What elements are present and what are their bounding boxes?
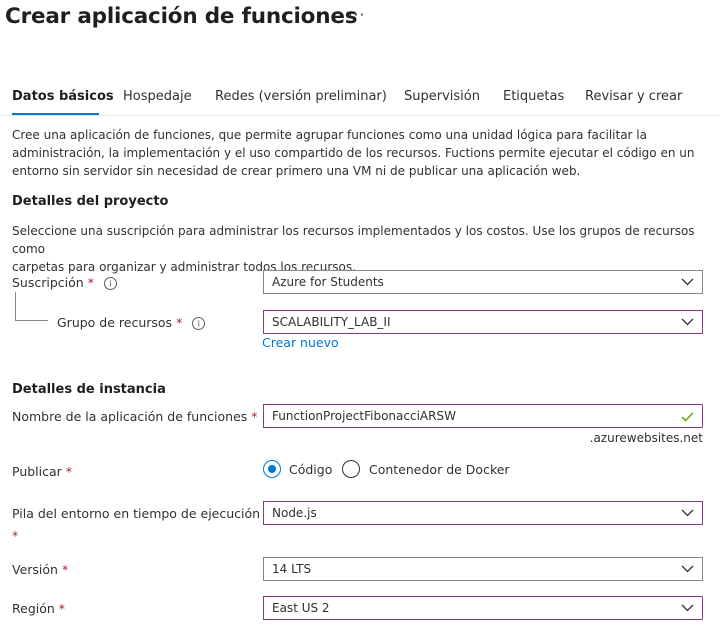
publish-code-radio[interactable] bbox=[263, 460, 281, 478]
publish-docker-label[interactable]: Contenedor de Docker bbox=[369, 462, 510, 477]
region-dropdown[interactable]: East US 2 bbox=[263, 596, 703, 620]
tab-hospedaje[interactable]: Hospedaje bbox=[123, 89, 192, 104]
region-label-text: Región bbox=[12, 601, 55, 616]
chevron-down-icon bbox=[681, 604, 694, 612]
tree-connector bbox=[15, 320, 48, 321]
required-mark: * bbox=[251, 409, 258, 424]
app-name-label-text: Nombre de la aplicación de funciones bbox=[12, 409, 248, 424]
resource-group-label: Grupo de recursos * i bbox=[57, 315, 206, 330]
publish-code-label[interactable]: Código bbox=[289, 462, 332, 477]
intro-line: administración, la implementación y el u… bbox=[12, 146, 695, 160]
chevron-down-icon bbox=[681, 278, 694, 286]
region-value: East US 2 bbox=[272, 601, 330, 615]
domain-suffix: .azurewebsites.net bbox=[589, 431, 703, 445]
intro-line: Cree una aplicación de funciones, que pe… bbox=[12, 128, 647, 142]
tree-connector bbox=[15, 292, 16, 320]
checkmark-icon bbox=[681, 412, 694, 422]
more-options-icon[interactable]: ··· bbox=[348, 6, 365, 24]
subscription-label: Suscripción * i bbox=[12, 275, 117, 290]
runtime-stack-label: Pila del entorno en tiempo de ejecución bbox=[12, 506, 261, 521]
version-label: Versión * bbox=[12, 562, 68, 577]
resource-group-value: SCALABILITY_LAB_II bbox=[272, 315, 391, 329]
app-name-label: Nombre de la aplicación de funciones * bbox=[12, 409, 258, 424]
version-value: 14 LTS bbox=[272, 562, 312, 576]
subscription-dropdown[interactable]: Azure for Students bbox=[263, 270, 703, 294]
version-label-text: Versión bbox=[12, 562, 58, 577]
app-name-value: FunctionProjectFibonacciARSW bbox=[272, 409, 456, 423]
publish-label: Publicar * bbox=[12, 464, 72, 479]
project-details-heading: Detalles del proyecto bbox=[12, 194, 169, 209]
tab-datos-basicos[interactable]: Datos básicos bbox=[12, 89, 114, 104]
resource-group-dropdown[interactable]: SCALABILITY_LAB_II bbox=[263, 310, 703, 334]
runtime-stack-value: Node.js bbox=[272, 506, 317, 520]
required-mark: * bbox=[61, 562, 69, 577]
tab-revisar-y-crear[interactable]: Revisar y crear bbox=[585, 89, 682, 104]
resource-group-label-text: Grupo de recursos bbox=[57, 315, 173, 330]
publish-label-text: Publicar bbox=[12, 464, 62, 479]
instance-details-heading: Detalles de instancia bbox=[12, 382, 166, 397]
info-icon[interactable]: i bbox=[103, 277, 117, 290]
runtime-stack-dropdown[interactable]: Node.js bbox=[263, 501, 703, 525]
required-mark: * bbox=[87, 275, 94, 290]
chevron-down-icon bbox=[681, 318, 694, 326]
subscription-value: Azure for Students bbox=[272, 275, 384, 289]
project-desc-line: Seleccione una suscripción para administ… bbox=[12, 224, 695, 256]
required-mark: * bbox=[65, 464, 73, 479]
tab-supervision[interactable]: Supervisión bbox=[404, 89, 480, 104]
intro-line: entorno sin servidor sin necesidad de cr… bbox=[12, 164, 581, 178]
app-name-input[interactable]: FunctionProjectFibonacciARSW bbox=[263, 404, 703, 428]
chevron-down-icon bbox=[681, 509, 694, 517]
required-mark: * bbox=[12, 528, 19, 543]
required-mark: * bbox=[12, 528, 18, 543]
subscription-label-text: Suscripción bbox=[12, 275, 84, 290]
required-mark: * bbox=[176, 315, 183, 330]
info-icon[interactable]: i bbox=[192, 317, 206, 330]
region-label: Región * bbox=[12, 601, 65, 616]
version-dropdown[interactable]: 14 LTS bbox=[263, 557, 703, 581]
intro-description: Cree una aplicación de funciones, que pe… bbox=[12, 126, 707, 180]
publish-docker-radio[interactable] bbox=[342, 460, 360, 478]
page-title: Crear aplicación de funciones bbox=[5, 4, 358, 29]
create-new-link[interactable]: Crear nuevo bbox=[262, 335, 339, 350]
tab-redes[interactable]: Redes (versión preliminar) bbox=[215, 89, 387, 104]
required-mark: * bbox=[58, 601, 66, 616]
tabs-divider bbox=[0, 115, 720, 116]
tab-etiquetas[interactable]: Etiquetas bbox=[503, 89, 564, 104]
project-description: Seleccione una suscripción para administ… bbox=[12, 222, 707, 276]
chevron-down-icon bbox=[681, 565, 694, 573]
